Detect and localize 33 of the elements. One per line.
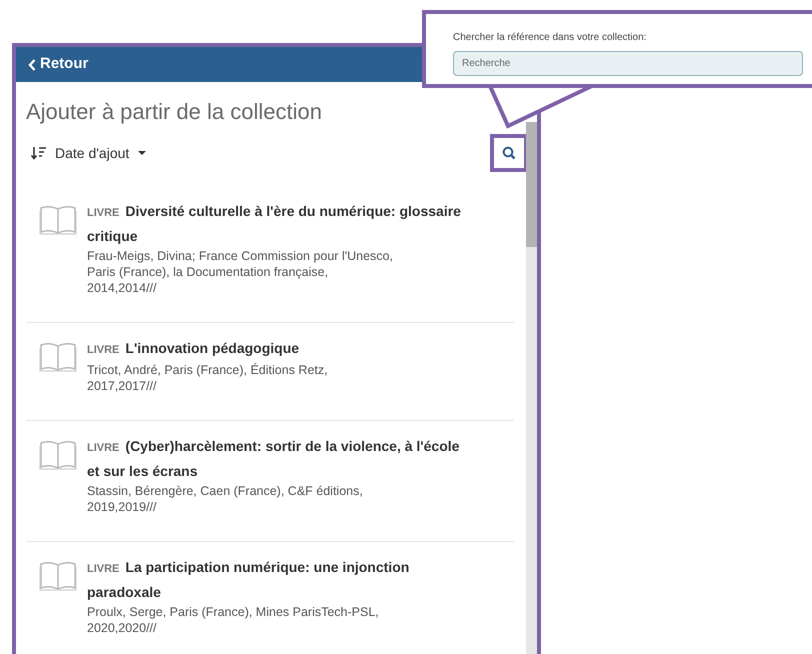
- back-button[interactable]: Retour: [28, 53, 88, 76]
- book-icon: [39, 204, 77, 236]
- search-button[interactable]: [490, 134, 528, 172]
- type-label: LIVRE: [87, 207, 120, 219]
- book-icon: [39, 439, 77, 471]
- scrollbar[interactable]: [526, 122, 537, 654]
- item-details: 2014,2014///: [87, 280, 158, 296]
- page-title: Ajouter à partir de la collection: [26, 98, 323, 126]
- type-label: LIVRE: [87, 563, 120, 575]
- item-details: Paris (France), la Documentation française,: [87, 264, 330, 280]
- item-details: Frau-Meigs, Divina; France Commission pour l'Unesco,: [87, 248, 394, 264]
- item-details: Stassin, Bérengère, Caen (France), C&F éditions,: [87, 483, 364, 499]
- item-title[interactable]: LIVRE La participation numérique: une injonction paradoxale: [87, 556, 467, 604]
- item-details: 2019,2019///: [87, 499, 158, 515]
- type-label: LIVRE: [87, 442, 120, 454]
- book-icon: [39, 341, 77, 373]
- item-title[interactable]: LIVRE L'innovation pédagogique: [87, 337, 467, 362]
- item-details: Tricot, André, Paris (France), Éditions Retz,: [87, 362, 329, 378]
- search-icon: [502, 146, 516, 160]
- chevron-left-icon: [28, 58, 36, 70]
- item-details: Proulx, Serge, Paris (France), Mines ParisTech-PSL,: [87, 604, 380, 620]
- item-details: 2020,2020///: [87, 620, 158, 636]
- type-label: LIVRE: [87, 344, 120, 356]
- sort-dropdown[interactable]: Date d'ajout: [31, 142, 148, 164]
- search-label: Chercher la référence dans votre collection:: [453, 31, 648, 45]
- sort-icon: [31, 146, 47, 160]
- caret-icon: [137, 150, 148, 156]
- scrollbar-thumb[interactable]: [526, 122, 537, 247]
- item-details: 2017,2017///: [87, 378, 158, 394]
- item-title[interactable]: LIVRE Diversité culturelle à l'ère du numérique: glossaire critique: [87, 200, 467, 248]
- book-icon: [39, 560, 77, 592]
- search-field[interactable]: Recherche: [453, 51, 803, 76]
- item-title[interactable]: LIVRE (Cyber)harcèlement: sortir de la violence, à l'école et sur les écrans: [87, 435, 467, 483]
